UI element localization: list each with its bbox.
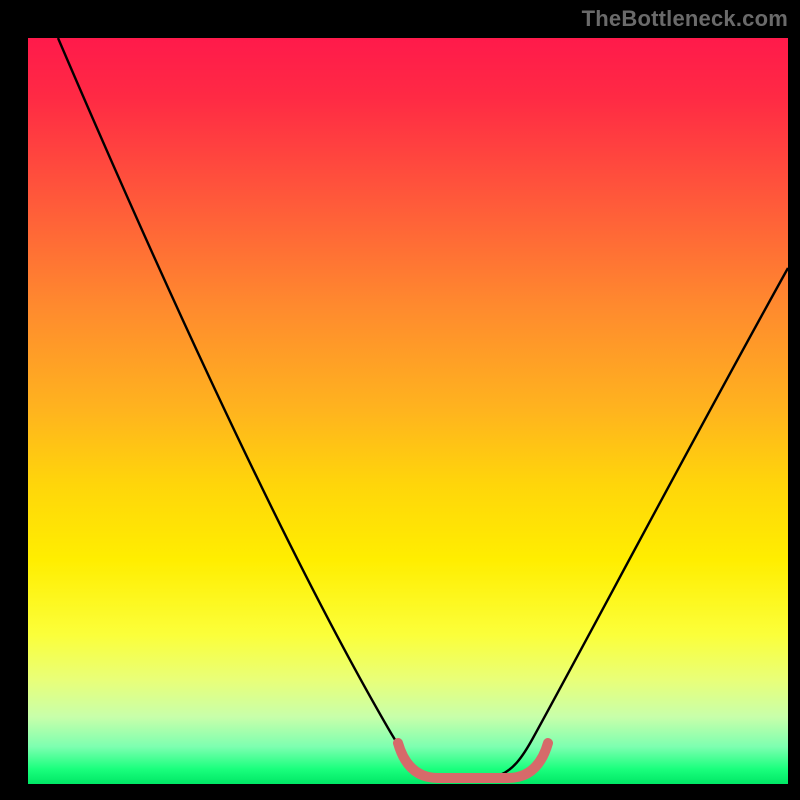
curve-overlay xyxy=(28,38,788,784)
chart-stage: TheBottleneck.com xyxy=(0,0,800,800)
plot-area xyxy=(28,38,788,784)
watermark-text: TheBottleneck.com xyxy=(582,6,788,32)
optimum-range-marker xyxy=(398,743,548,778)
bottleneck-curve-path xyxy=(58,38,788,780)
